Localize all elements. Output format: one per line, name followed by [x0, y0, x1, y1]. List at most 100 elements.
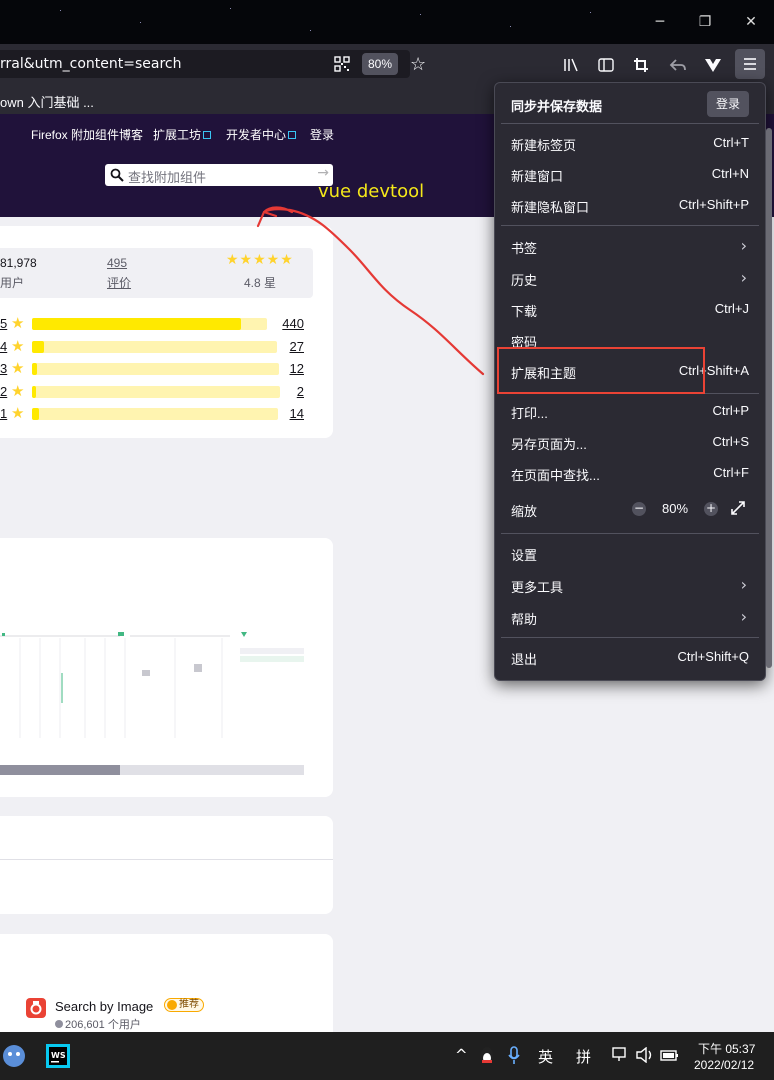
- menu-separator: [501, 225, 759, 226]
- annotation-label: vue devtool: [318, 181, 425, 202]
- menu-login-button[interactable]: 登录: [707, 91, 749, 117]
- rating-count[interactable]: 14: [274, 406, 304, 421]
- address-bar[interactable]: rral&utm_content=search 80% ☆: [0, 50, 426, 78]
- addon-name[interactable]: Search by Image: [55, 999, 153, 1014]
- zoom-out-button[interactable]: −: [632, 502, 646, 516]
- qr-code-icon[interactable]: [334, 56, 350, 72]
- menu-item-new-tab[interactable]: 新建标签页 Ctrl+T: [495, 127, 765, 159]
- nav-link-developer-hub[interactable]: 开发者中心: [226, 126, 297, 143]
- menu-item-new-window[interactable]: 新建窗口 Ctrl+N: [495, 158, 765, 190]
- menu-item-downloads[interactable]: 下载 Ctrl+J: [495, 293, 765, 325]
- menu-item-zoom[interactable]: 缩放 − 80% +: [495, 493, 765, 525]
- addon-search-input[interactable]: 查找附加组件 →: [105, 164, 333, 186]
- users-count: 81,978: [0, 256, 37, 270]
- external-link-icon: [203, 131, 212, 139]
- pinned-app-icon[interactable]: [2, 1044, 26, 1068]
- menu-item-save-page-as[interactable]: 另存页面为... Ctrl+S: [495, 426, 765, 458]
- bookmark-star-icon[interactable]: ☆: [410, 54, 426, 75]
- rating-row[interactable]: 3 ★ 12: [0, 359, 333, 377]
- rating-stars-value[interactable]: 5: [0, 316, 7, 331]
- menu-item-history[interactable]: 历史 ›: [495, 262, 765, 294]
- search-submit-arrow-icon[interactable]: →: [317, 165, 329, 181]
- rating-count[interactable]: 12: [274, 361, 304, 376]
- menu-item-more-tools[interactable]: 更多工具 ›: [495, 569, 765, 601]
- menu-item-quit[interactable]: 退出 Ctrl+Shift+Q: [495, 641, 765, 673]
- app-menu-button[interactable]: [735, 49, 765, 79]
- menu-separator: [501, 123, 759, 124]
- nav-link-workshop[interactable]: 扩展工坊: [153, 126, 212, 143]
- bookmark-item[interactable]: own 入门基础 ...: [0, 92, 94, 111]
- rating-count[interactable]: 2: [274, 384, 304, 399]
- minimize-button[interactable]: ─: [640, 8, 680, 36]
- close-button[interactable]: ✕: [731, 8, 771, 36]
- menu-item-print[interactable]: 打印... Ctrl+P: [495, 395, 765, 427]
- nav-link-workshop-label: 扩展工坊: [153, 128, 202, 142]
- fullscreen-icon[interactable]: [731, 501, 745, 515]
- rating-bar-fill: [32, 340, 44, 353]
- screenshot-thumbnails[interactable]: [0, 628, 304, 738]
- rating-row[interactable]: 1 ★ 14: [0, 404, 333, 422]
- scrollbar-thumb[interactable]: [0, 765, 120, 775]
- microphone-icon[interactable]: [507, 1046, 521, 1066]
- users-label: 用户: [0, 276, 25, 290]
- background-star: [140, 22, 141, 23]
- menu-item-bookmarks[interactable]: 书签 ›: [495, 230, 765, 262]
- rating-count[interactable]: 27: [274, 339, 304, 354]
- url-text: rral&utm_content=search: [0, 56, 182, 72]
- rating-row[interactable]: 5 ★ 440: [0, 314, 333, 332]
- menu-item-new-private-window[interactable]: 新建隐私窗口 Ctrl+Shift+P: [495, 189, 765, 221]
- network-icon[interactable]: [612, 1047, 630, 1063]
- zoom-badge[interactable]: 80%: [362, 53, 398, 75]
- menu-item-label: 历史: [511, 273, 538, 288]
- background-star: [420, 14, 421, 15]
- zoom-in-button[interactable]: +: [704, 502, 718, 516]
- clock-date[interactable]: 2022/02/12: [694, 1058, 754, 1072]
- menu-item-find-in-page[interactable]: 在页面中查找... Ctrl+F: [495, 457, 765, 489]
- menu-item-label: 新建标签页: [511, 138, 577, 153]
- screenshot-crop-icon[interactable]: [632, 56, 650, 74]
- rating-bar-track: [32, 363, 279, 375]
- menu-item-label: 书签: [511, 241, 538, 256]
- horizontal-scrollbar[interactable]: [0, 765, 304, 775]
- volume-icon[interactable]: [636, 1047, 656, 1063]
- restore-button[interactable]: ❐: [685, 8, 725, 36]
- rating-row[interactable]: 4 ★ 27: [0, 337, 333, 355]
- rating-stars-value[interactable]: 2: [0, 384, 7, 399]
- hamburger-icon: [744, 58, 756, 70]
- star-icon: ★: [11, 314, 25, 332]
- rating-bar-fill: [32, 385, 36, 398]
- webstorm-icon[interactable]: WS: [46, 1044, 70, 1068]
- ime-mode[interactable]: 拼: [576, 1046, 591, 1067]
- star-icon: ★: [11, 404, 25, 422]
- addon-users: 206,601 个用户: [55, 1016, 141, 1032]
- menu-item-label: 更多工具: [511, 580, 564, 595]
- sidebar-icon[interactable]: [597, 56, 615, 74]
- star-icon: ★: [11, 359, 25, 377]
- ime-language[interactable]: 英: [538, 1046, 553, 1067]
- recommended-badge: 推荐: [164, 998, 204, 1012]
- rating-count[interactable]: 440: [274, 316, 304, 331]
- search-icon: [110, 168, 124, 182]
- menu-scrollbar[interactable]: [766, 128, 772, 668]
- rating-stars-value[interactable]: 1: [0, 406, 7, 421]
- rating-bar-fill: [32, 318, 241, 330]
- nav-link-login[interactable]: 登录: [310, 126, 334, 143]
- reviews-count[interactable]: 495: [107, 256, 127, 270]
- nav-link-blog[interactable]: Firefox 附加组件博客: [31, 126, 143, 143]
- window-titlebar: ─ ❐ ✕: [0, 0, 774, 44]
- clock-time[interactable]: 下午 05:37: [698, 1040, 755, 1057]
- qq-icon[interactable]: [478, 1046, 496, 1066]
- rating-row[interactable]: 2 ★ 2: [0, 382, 333, 400]
- svg-text:WS: WS: [51, 1051, 66, 1060]
- library-icon[interactable]: [562, 56, 580, 74]
- tray-expand-chevron-icon[interactable]: ^: [455, 1046, 468, 1064]
- menu-item-settings[interactable]: 设置: [495, 537, 765, 569]
- rating-stars-value[interactable]: 3: [0, 361, 7, 376]
- menu-item-help[interactable]: 帮助 ›: [495, 601, 765, 633]
- vue-devtools-icon[interactable]: [704, 56, 722, 74]
- rating-stars-value[interactable]: 4: [0, 339, 7, 354]
- back-arrow-icon[interactable]: [669, 56, 687, 74]
- chevron-right-icon: ›: [740, 236, 747, 255]
- battery-icon[interactable]: [660, 1047, 680, 1063]
- reviews-label[interactable]: 评价: [107, 274, 131, 291]
